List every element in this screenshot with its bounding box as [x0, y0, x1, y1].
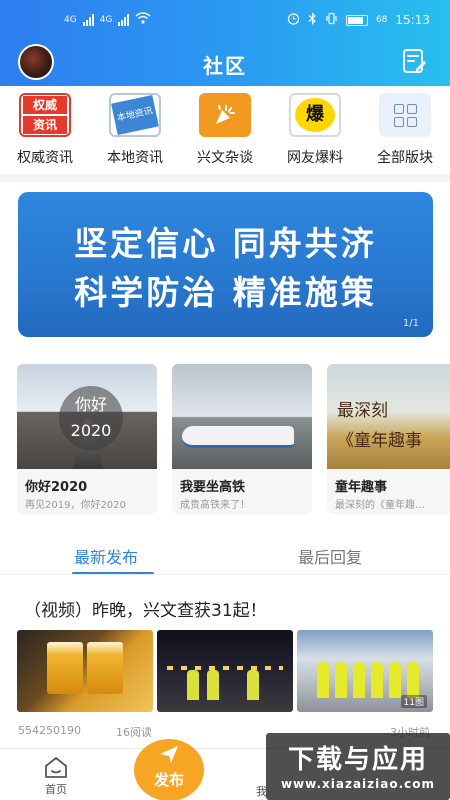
- category-label: 本地资讯: [107, 150, 163, 166]
- bluetooth-icon: [308, 12, 317, 28]
- signal-icon-2: [118, 13, 130, 26]
- feed-tabs: 最新发布 最后回复: [0, 540, 450, 576]
- wifi-icon: [135, 12, 151, 27]
- banner-line-1: 坚定信心 同舟共济: [74, 224, 377, 263]
- signal-icon: [82, 13, 94, 26]
- post-images[interactable]: 11图: [17, 630, 435, 712]
- status-time: 15:13: [395, 13, 430, 27]
- battery-level: 68: [375, 15, 388, 25]
- category-local-news[interactable]: 本地资讯 本地资讯: [90, 90, 180, 170]
- banner[interactable]: 坚定信心 同舟共济 科学防治 精准施策 1/1: [18, 192, 433, 337]
- nav-home[interactable]: 首页: [34, 755, 78, 799]
- home-icon: [45, 757, 67, 778]
- topic-image: 最深刻 《童年趣事: [327, 364, 450, 469]
- send-icon: [160, 746, 178, 763]
- grid-icon: [379, 93, 431, 137]
- category-authority-news[interactable]: 权威 资讯 权威资讯: [0, 90, 90, 170]
- topic-cards: 你好 2020 你好2020 再见2019，你好2020 我要坐高铁 成贵高铁来…: [17, 364, 450, 514]
- chat-icon: [199, 93, 251, 137]
- category-label: 权威资讯: [17, 150, 73, 166]
- category-label: 兴文杂谈: [197, 150, 253, 166]
- watermark: 下载与应用 www.xiazaiziao.com: [266, 733, 450, 800]
- topic-subtitle: 再见2019，你好2020: [25, 500, 126, 511]
- post-user[interactable]: 554250190: [18, 724, 81, 737]
- topic-subtitle: 成贵高铁来了！: [180, 500, 250, 511]
- authority-icon-text-1: 权威: [23, 96, 67, 114]
- topic-card-high-speed-rail[interactable]: 我要坐高铁 成贵高铁来了！: [172, 364, 312, 514]
- banner-line-2: 科学防治 精准施策: [74, 273, 377, 312]
- topic-title: 童年趣事: [335, 480, 388, 495]
- topic-image-caption: 你好 2020: [59, 386, 123, 450]
- topic-image-caption: 最深刻 《童年趣事: [337, 401, 422, 451]
- authority-icon-text-2: 资讯: [23, 116, 67, 134]
- topic-card-childhood[interactable]: 最深刻 《童年趣事 童年趣事 最深刻的《童年趣…: [327, 364, 450, 514]
- tab-latest[interactable]: 最新发布: [74, 544, 138, 568]
- vibrate-icon: [325, 12, 338, 28]
- tab-divider: [0, 574, 450, 575]
- category-all-boards[interactable]: 全部版块: [360, 90, 450, 170]
- tipoff-icon: 爆: [289, 93, 341, 137]
- publish-button[interactable]: 发布: [134, 739, 204, 800]
- authority-news-icon: 权威 资讯: [19, 93, 71, 137]
- tipoff-icon-text: 爆: [295, 98, 335, 132]
- page-title: 社区: [203, 54, 247, 78]
- status-bar: 4G 4G 68 15:13: [0, 0, 450, 40]
- category-label: 全部版块: [377, 150, 433, 166]
- network-label-2: 4G: [99, 14, 113, 25]
- status-left: 4G 4G: [64, 12, 151, 27]
- category-tipoff[interactable]: 爆 网友爆料: [270, 90, 360, 170]
- topic-image: 你好 2020: [17, 364, 157, 469]
- watermark-title: 下载与应用: [287, 745, 428, 775]
- local-icon-text: 本地资讯: [111, 94, 159, 136]
- battery-icon: [345, 14, 368, 26]
- section-divider: [0, 174, 450, 182]
- topic-subtitle: 最深刻的《童年趣…: [335, 500, 425, 511]
- nav-home-label: 首页: [45, 783, 67, 796]
- banner-page-indicator: 1/1: [402, 318, 419, 329]
- topic-image: [172, 364, 312, 469]
- network-label-1: 4G: [64, 14, 77, 25]
- header-bar: 4G 4G 68 15:13 社区: [0, 0, 450, 86]
- category-chat[interactable]: 兴文杂谈: [180, 90, 270, 170]
- alarm-icon: [287, 12, 300, 28]
- tab-last-reply[interactable]: 最后回复: [298, 544, 362, 568]
- post-image-3[interactable]: 11图: [297, 630, 433, 712]
- publish-label: 发布: [153, 771, 184, 789]
- post-reads: 16阅读: [116, 726, 152, 739]
- post-image-2[interactable]: [157, 630, 293, 712]
- local-news-icon: 本地资讯: [109, 93, 161, 137]
- topic-card-hello-2020[interactable]: 你好 2020 你好2020 再见2019，你好2020: [17, 364, 157, 514]
- post-title[interactable]: （视频）昨晚，兴文查获31起！: [24, 596, 267, 621]
- image-count-badge: 11图: [400, 695, 427, 708]
- category-label: 网友爆料: [287, 150, 343, 166]
- edit-icon[interactable]: [400, 47, 428, 75]
- category-row: 权威 资讯 权威资讯 本地资讯 本地资讯 兴文杂谈 爆 网友爆料 全部版块: [0, 90, 450, 170]
- topic-title: 我要坐高铁: [180, 480, 246, 495]
- topic-title: 你好2020: [25, 480, 88, 495]
- watermark-url: www.xiazaiziao.com: [280, 777, 436, 791]
- status-right: 68 15:13: [287, 12, 430, 28]
- post-image-1[interactable]: [17, 630, 153, 712]
